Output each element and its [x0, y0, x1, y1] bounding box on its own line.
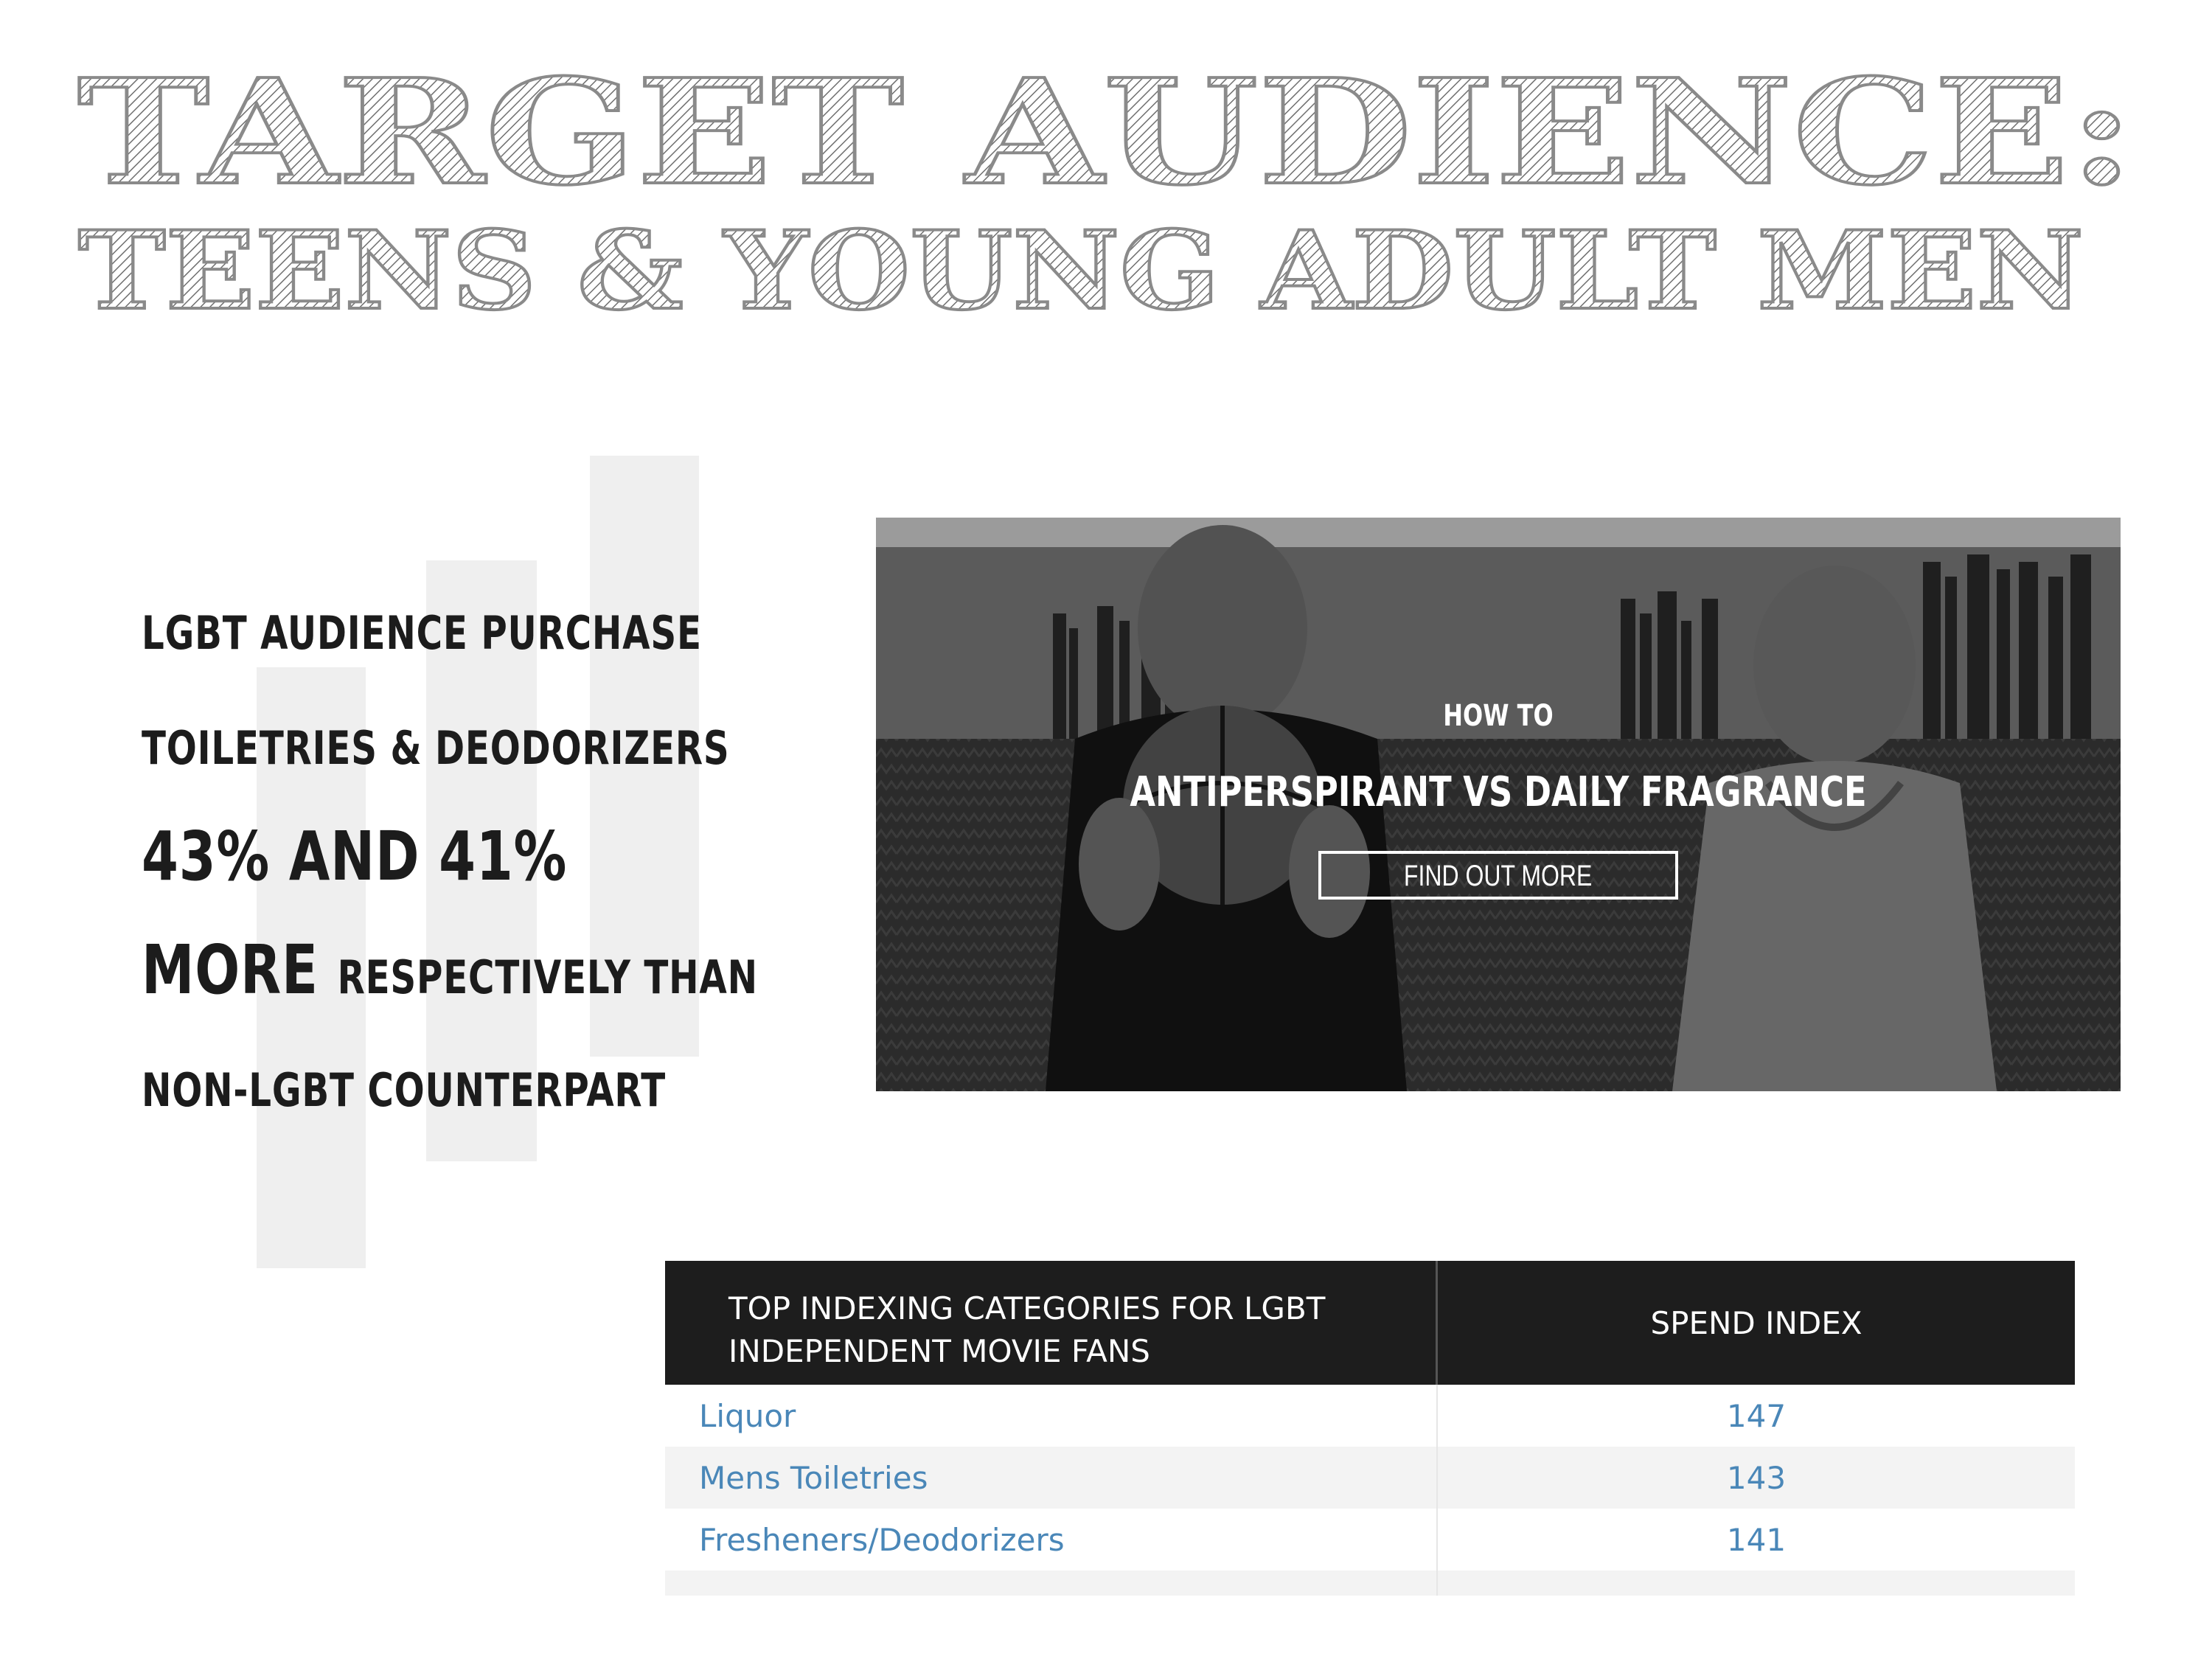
stat-line5: NON-LGBT COUNTERPART: [142, 1063, 667, 1117]
stat-line1: LGBT AUDIENCE PURCHASE: [142, 606, 702, 660]
find-out-more-label: FIND OUT MORE: [1404, 860, 1593, 892]
find-out-more-button[interactable]: FIND OUT MORE: [1318, 851, 1678, 900]
banner-overlay: HOW TO ANTIPERSPIRANT VS DAILY FRAGRANCE…: [876, 518, 2121, 1091]
header-category: TOP INDEXING CATEGORIES FOR LGBT INDEPEN…: [665, 1261, 1438, 1385]
title-line2: TEENS & YOUNG ADULT MEN: [78, 208, 2084, 334]
row-category: Mens Toiletries: [665, 1447, 1438, 1509]
banner-kicker: HOW TO: [1443, 699, 1554, 733]
stat-line3: 43% AND 41%: [142, 817, 568, 896]
table-row: Fresheners/Deodorizers 141: [665, 1509, 2075, 1571]
table-header: TOP INDEXING CATEGORIES FOR LGBT INDEPEN…: [665, 1261, 2075, 1385]
table-row: Mens Toiletries 143: [665, 1447, 2075, 1509]
row-category: Liquor: [665, 1385, 1438, 1447]
row-category: [665, 1571, 1438, 1596]
title-graphic: TARGET AUDIENCE: TEENS & YOUNG ADULT MEN: [76, 46, 2136, 335]
title-line1: TARGET AUDIENCE:: [77, 48, 2135, 218]
stat-line4: MORE RESPECTIVELY THAN: [142, 931, 757, 1009]
header-category-line1: TOP INDEXING CATEGORIES FOR LGBT: [728, 1290, 1326, 1326]
header-category-line2: INDEPENDENT MOVIE FANS: [728, 1333, 1150, 1369]
stat-line4-small: RESPECTIVELY THAN: [337, 950, 758, 1004]
header-spend-index: SPEND INDEX: [1650, 1304, 1863, 1341]
stat-line4-big: MORE: [142, 931, 319, 1009]
banner-headline: ANTIPERSPIRANT VS DAILY FRAGRANCE: [1130, 768, 1867, 816]
row-index: 143: [1726, 1459, 1787, 1496]
stat-line2: TOILETRIES & DEODORIZERS: [142, 721, 730, 775]
promo-banner: HOW TO ANTIPERSPIRANT VS DAILY FRAGRANCE…: [876, 518, 2121, 1091]
table-row-cropped: [665, 1571, 2075, 1596]
row-index: 141: [1726, 1521, 1787, 1558]
row-category: Fresheners/Deodorizers: [665, 1509, 1438, 1571]
spend-index-table: TOP INDEXING CATEGORIES FOR LGBT INDEPEN…: [665, 1261, 2075, 1596]
row-index: 147: [1726, 1397, 1787, 1434]
table-row: Liquor 147: [665, 1385, 2075, 1447]
